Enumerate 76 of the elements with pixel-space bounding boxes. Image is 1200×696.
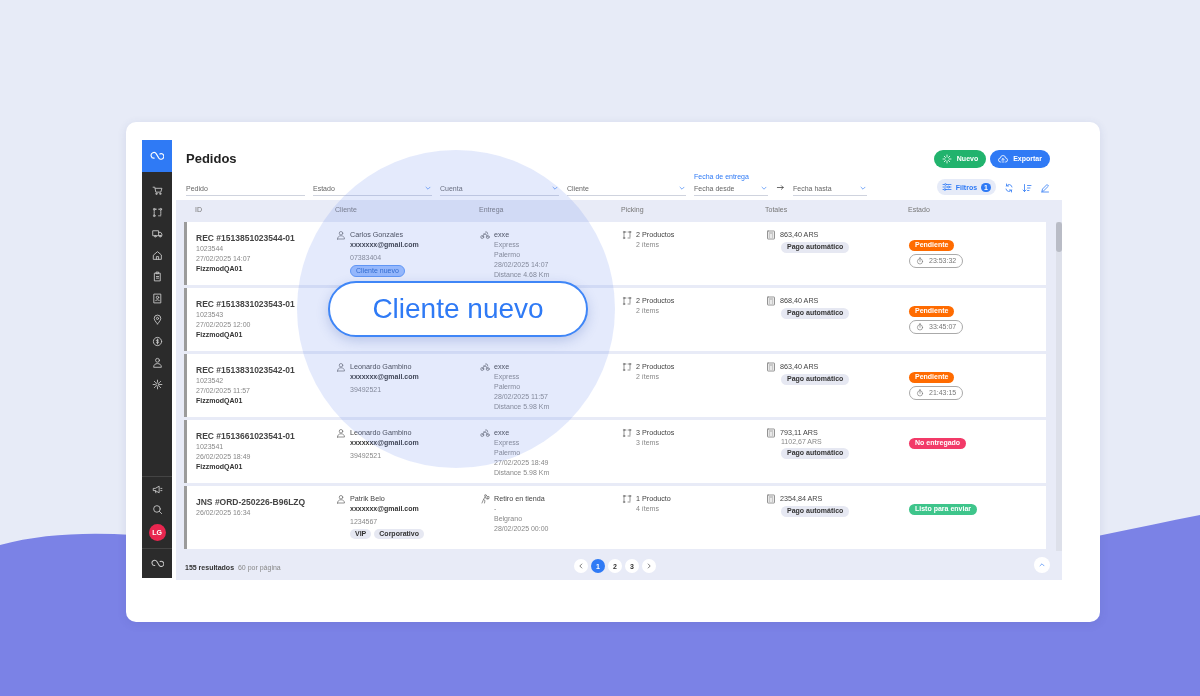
logo-icon <box>150 557 164 570</box>
announcements-button[interactable] <box>151 484 163 495</box>
calculator-icon <box>766 295 776 306</box>
order-id: REC #1513831023542-01 <box>196 365 296 374</box>
calculator-icon <box>766 361 776 372</box>
motorbike-icon <box>480 361 490 372</box>
contact-card-icon <box>151 292 163 304</box>
home-icon <box>151 249 163 261</box>
route-icon <box>151 206 163 218</box>
order-id: REC #1513851023544-01 <box>196 233 296 242</box>
stopwatch-icon <box>916 388 924 397</box>
search-icon <box>151 504 163 515</box>
sidebar-item[interactable] <box>151 206 163 218</box>
route-icon <box>622 295 632 306</box>
search-button[interactable] <box>151 504 163 515</box>
scrollbar[interactable] <box>1056 221 1062 552</box>
sort-icon <box>1022 183 1032 193</box>
sidebar-item[interactable] <box>151 357 163 368</box>
megaphone-icon <box>151 484 163 495</box>
sidebar-item[interactable] <box>151 314 163 325</box>
sparkle-icon <box>941 153 952 164</box>
sidebar-item[interactable] <box>151 378 163 390</box>
chevron-right-icon <box>645 562 653 571</box>
sidebar-item[interactable] <box>151 292 163 304</box>
order-id: JNS #ORD-250226-B96LZQ <box>196 497 307 506</box>
sidebar-item[interactable] <box>151 228 163 239</box>
user-icon <box>336 229 346 240</box>
user-icon <box>336 427 346 438</box>
calculator-icon <box>766 229 776 240</box>
route-icon <box>622 229 632 240</box>
user-icon <box>336 493 346 504</box>
order-row[interactable] <box>184 221 1046 285</box>
order-row[interactable] <box>184 485 1046 549</box>
route-icon <box>622 427 632 438</box>
cloud-upload-icon <box>998 153 1009 164</box>
tag-preview-tooltip: Cliente nuevo <box>328 281 588 337</box>
calculator-icon <box>766 427 776 438</box>
order-row[interactable] <box>184 419 1046 483</box>
chevron-left-icon <box>577 562 585 571</box>
chevron-icon <box>424 184 432 192</box>
stopwatch-icon <box>916 322 924 331</box>
cart-icon <box>151 185 163 196</box>
sliders-icon <box>941 182 952 192</box>
sidebar-item[interactable] <box>151 335 163 347</box>
store-pickup-icon <box>480 493 490 504</box>
chevron-icon <box>760 184 768 192</box>
logo-icon <box>150 149 164 163</box>
chevron-icon <box>551 184 559 192</box>
chevron-icon <box>678 184 686 192</box>
route-icon <box>622 361 632 372</box>
user-icon <box>336 361 346 372</box>
sidebar-item[interactable] <box>151 249 163 261</box>
refresh-icon <box>1004 183 1014 193</box>
refresh-button[interactable] <box>1004 183 1014 193</box>
order-id: REC #1513831023543-01 <box>196 299 296 308</box>
sidebar-item[interactable] <box>151 271 163 282</box>
page-title: Pedidos <box>186 151 237 166</box>
motorbike-icon <box>480 427 490 438</box>
coin-icon <box>151 335 163 347</box>
truck-icon <box>151 228 163 239</box>
arrow-icon <box>776 183 785 192</box>
pencil-icon <box>1040 183 1050 193</box>
clipboard-icon <box>151 271 163 282</box>
motorbike-icon <box>480 229 490 240</box>
logo-button[interactable] <box>142 140 172 172</box>
sort-button[interactable] <box>1022 183 1032 193</box>
order-id: REC #1513661023541-01 <box>196 431 296 440</box>
person-icon <box>151 357 163 368</box>
sidebar-item[interactable] <box>151 185 163 196</box>
location-pin-icon <box>151 314 163 325</box>
calculator-icon <box>766 493 776 504</box>
route-icon <box>622 493 632 504</box>
order-row[interactable] <box>184 353 1046 417</box>
stopwatch-icon <box>916 256 924 265</box>
chevron-icon <box>859 184 867 192</box>
settings-icon <box>151 378 163 390</box>
